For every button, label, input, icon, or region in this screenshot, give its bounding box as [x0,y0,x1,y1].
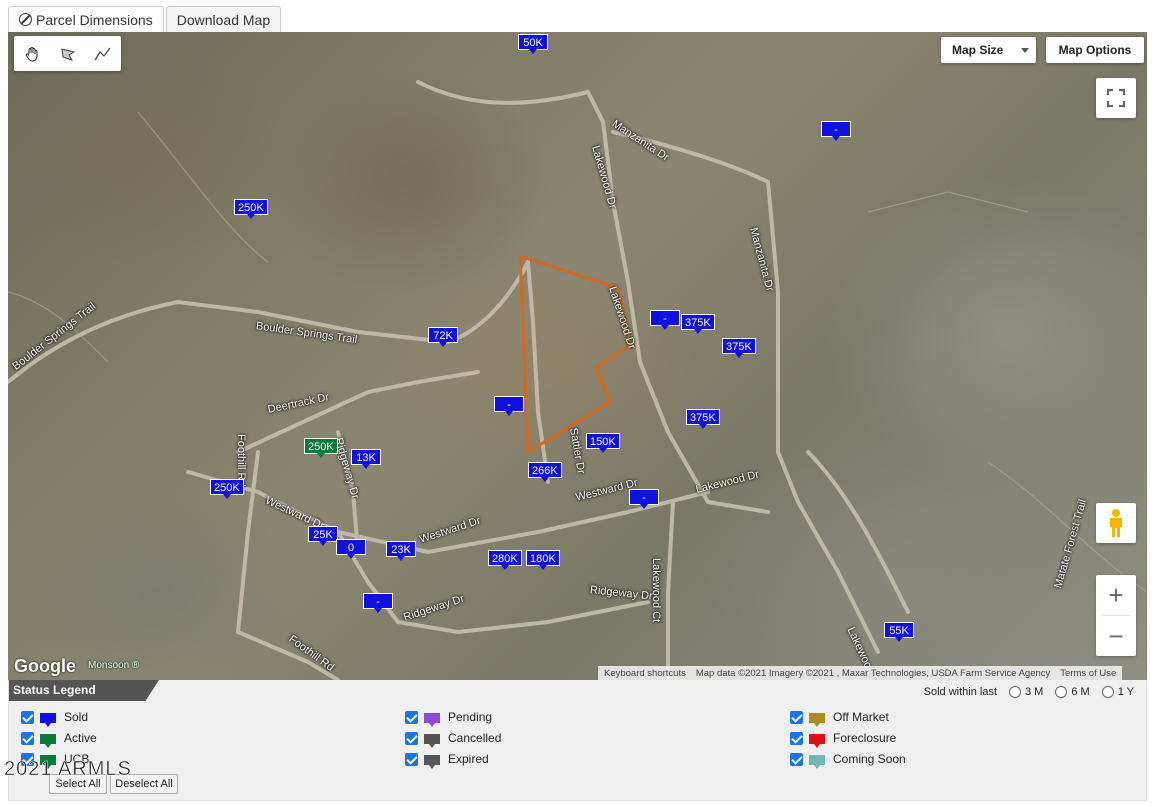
legend-item-expired[interactable]: Expired [405,751,489,769]
radio-6m-label: 6 M [1071,686,1090,698]
flag-marker-icon [40,713,56,727]
listing-marker[interactable]: - [821,121,851,141]
checkbox-checked-icon[interactable] [790,752,803,766]
sold-within-label: Sold within last [923,686,997,698]
map-data-text: Map data ©2021 Imagery ©2021 , Maxar Tec… [695,667,1051,679]
tab-parcel-dimensions[interactable]: Parcel Dimensions [8,6,164,32]
legend-item-label: Foreclosure [833,731,897,745]
map-options-label: Map Options [1058,43,1132,57]
listing-marker[interactable]: 180K [526,550,560,570]
legend-item-label: Sold [64,710,89,724]
tab-download-map[interactable]: Download Map [165,6,282,32]
flag-marker-icon [809,713,825,727]
checkbox-checked-icon[interactable] [405,752,418,766]
radio-1y[interactable] [1101,686,1114,698]
legend-item-label: Off Market [833,710,889,724]
hand-pan-icon[interactable] [14,36,50,71]
google-logo: Google [14,656,76,676]
listing-marker[interactable]: - [494,396,524,416]
radio-6m[interactable] [1055,686,1068,698]
copyright-watermark: 2021 ARMLS [4,758,132,781]
map-size-label: Map Size [952,43,1004,57]
listing-marker[interactable]: 375K [686,409,720,429]
listing-marker[interactable]: 55K [884,622,914,642]
listing-marker[interactable]: 50K [518,34,548,54]
flag-marker-icon [424,713,440,727]
street-view-pegman[interactable] [1096,503,1136,543]
listing-marker[interactable]: 280K [488,550,522,570]
monsoon-logo: Monsoon ® [88,660,140,671]
draw-polygon-icon[interactable] [50,36,86,71]
checkbox-checked-icon[interactable] [790,710,803,724]
draw-line-icon[interactable] [85,36,121,71]
status-legend: Status Legend Sold within last 3 M 6 M 1… [8,680,1147,801]
minus-icon: − [1108,621,1124,651]
checkbox-checked-icon[interactable] [21,710,34,724]
draw-toolbar [14,36,121,71]
legend-item-pending[interactable]: Pending [405,709,493,727]
flag-marker-icon [40,734,56,748]
zoom-in-button[interactable]: + [1096,575,1136,615]
radio-1y-label: 1 Y [1117,686,1134,698]
listing-marker[interactable]: 250K [304,438,338,458]
legend-item-coming-soon[interactable]: Coming Soon [790,751,906,769]
keyboard-shortcuts-link[interactable]: Keyboard shortcuts [604,668,686,679]
legend-item-label: Cancelled [448,731,502,745]
listing-marker[interactable]: 375K [722,338,756,358]
listing-marker[interactable]: 72K [428,327,458,347]
listing-marker[interactable]: 150K [586,433,620,453]
fullscreen-button[interactable] [1096,78,1136,118]
checkbox-checked-icon[interactable] [21,731,34,745]
flag-marker-icon [809,734,825,748]
listing-marker[interactable]: - [650,310,680,330]
pegman-icon [1110,509,1122,537]
legend-item-sold[interactable]: Sold [21,709,89,727]
legend-item-label: Expired [448,752,489,766]
legend-item-active[interactable]: Active [21,730,97,748]
legend-item-label: Pending [448,710,493,724]
listing-marker[interactable]: 266K [528,462,562,482]
tab-parcel-dimensions-label: Parcel Dimensions [36,11,153,28]
map-roads [8,80,1147,680]
checkbox-checked-icon[interactable] [405,731,418,745]
fullscreen-icon [1106,88,1126,108]
listing-marker[interactable]: 23K [386,541,416,561]
zoom-out-button[interactable]: − [1096,616,1136,656]
listing-marker[interactable]: 375K [681,314,715,334]
listing-marker[interactable]: - [629,489,659,509]
legend-item-label: Coming Soon [833,752,906,766]
radio-3m-label: 3 M [1025,686,1044,698]
legend-item-cancelled[interactable]: Cancelled [405,730,502,748]
listing-marker[interactable]: 25K [308,526,338,546]
satellite-map[interactable]: Boulder Springs Trail Boulder Springs Tr… [8,32,1147,680]
legend-item-label: Active [64,731,97,745]
legend-title: Status Legend [9,680,159,701]
map-options-button[interactable]: Map Options [1046,37,1144,63]
legend-item-foreclosure[interactable]: Foreclosure [790,730,897,748]
radio-3m[interactable] [1009,686,1021,698]
flag-marker-icon [424,755,440,769]
listing-marker[interactable]: 0 [336,539,366,559]
checkbox-checked-icon[interactable] [405,710,418,724]
sold-within-filter: Sold within last 3 M 6 M 1 Y [924,686,1134,698]
listing-marker[interactable]: 250K [234,199,268,219]
map-tabs: Parcel Dimensions Download Map [8,6,282,32]
map-size-dropdown[interactable]: Map Size [941,37,1036,63]
map-attribution: Keyboard shortcuts Map data ©2021 Imager… [598,666,1123,680]
ban-icon [19,13,32,26]
zoom-control: + − [1096,575,1136,656]
tab-download-map-label: Download Map [176,11,271,28]
flag-marker-icon [809,755,825,769]
checkbox-checked-icon[interactable] [790,731,803,745]
listing-marker[interactable]: 13K [351,449,381,469]
listing-marker[interactable]: 250K [210,479,244,499]
flag-marker-icon [424,734,440,748]
terms-link[interactable]: Terms of Use [1060,668,1116,679]
listing-marker[interactable]: - [363,593,393,613]
plus-icon: + [1108,580,1124,610]
legend-item-off-market[interactable]: Off Market [790,709,889,727]
chevron-down-icon [1021,48,1029,53]
